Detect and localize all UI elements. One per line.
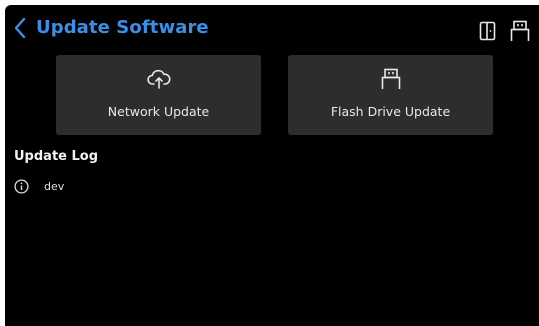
- network-update-button[interactable]: Network Update: [56, 55, 261, 135]
- door-icon: [479, 21, 496, 41]
- page-title: Update Software: [36, 17, 209, 38]
- chevron-left-icon: [14, 17, 26, 39]
- flash-drive-update-label: Flash Drive Update: [330, 104, 451, 119]
- log-entry-text: dev: [44, 180, 65, 193]
- exit-button[interactable]: [479, 21, 496, 41]
- info-icon: [14, 179, 29, 194]
- usb-icon: [381, 68, 400, 89]
- header-bar: Update Software: [5, 5, 539, 49]
- update-software-screen: Update Software Network Update Flash Dri…: [5, 5, 539, 326]
- cloud-upload-icon: [146, 69, 171, 89]
- update-log-title: Update Log: [14, 149, 99, 164]
- network-update-label: Network Update: [107, 104, 210, 119]
- flash-drive-update-button[interactable]: Flash Drive Update: [288, 55, 493, 135]
- usb-icon: [510, 20, 530, 41]
- usb-status-button[interactable]: [510, 20, 530, 42]
- back-button[interactable]: [12, 16, 30, 40]
